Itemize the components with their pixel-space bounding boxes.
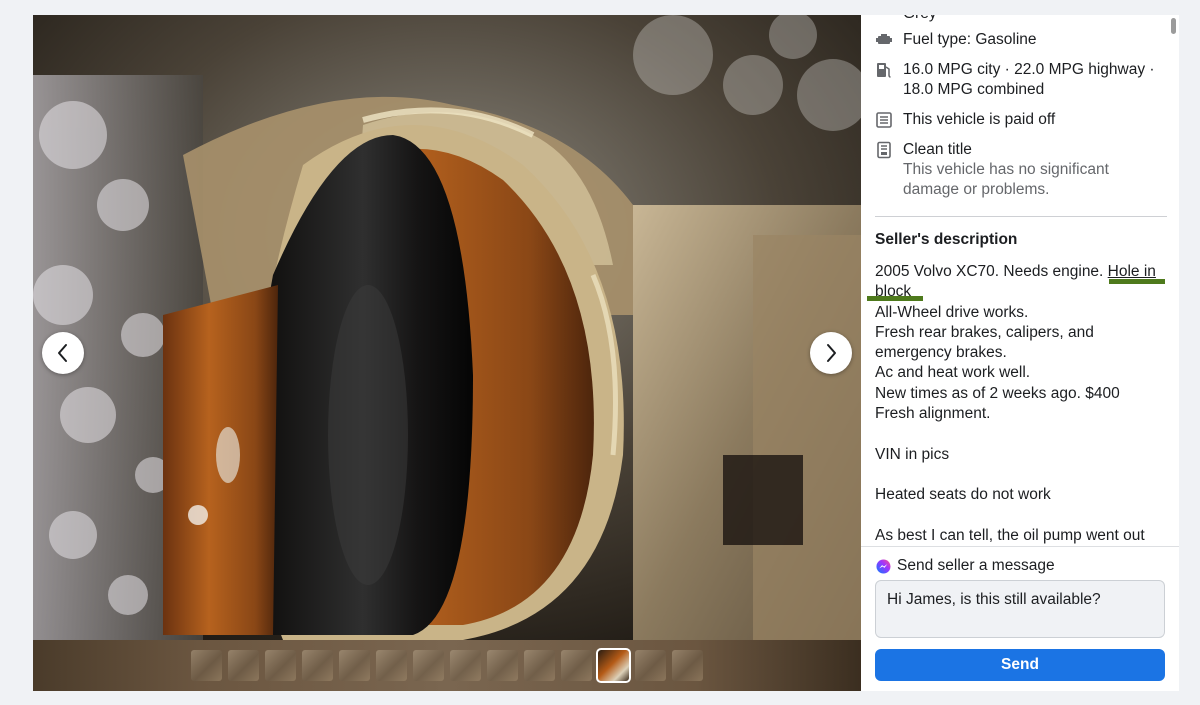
scrollbar-thumb[interactable] [1171, 18, 1176, 34]
thumbnail-strip [33, 640, 861, 691]
chevron-right-icon [827, 344, 836, 362]
next-photo-button[interactable] [810, 332, 852, 374]
message-input[interactable]: Hi James, is this still available? [875, 580, 1165, 638]
thumbnail-active[interactable] [596, 648, 631, 683]
message-seller-section: Send seller a message Hi James, is this … [861, 546, 1179, 691]
description-line [875, 424, 1167, 444]
thumbnail[interactable] [302, 650, 333, 681]
messenger-icon [876, 558, 891, 574]
exterior-color-text: Grey [903, 15, 937, 24]
document-stack-icon [876, 112, 892, 128]
title-subtext-line1: This vehicle has no significant [903, 161, 1109, 178]
mpg-text-line2: 18.0 MPG combined [903, 81, 1045, 98]
description-line: emergency brakes. [875, 344, 1007, 362]
thumbnail[interactable] [672, 650, 703, 681]
annotation-mark [867, 296, 923, 301]
title-document-icon [877, 141, 891, 159]
thumbnail[interactable] [450, 650, 481, 681]
description-line: VIN in pics [875, 445, 950, 463]
description-line: Ac and heat work well. [875, 364, 1031, 382]
description-line: Fresh alignment. [875, 405, 991, 423]
highlighted-text: Hole in [1107, 263, 1156, 280]
clean-title-text: Clean title [903, 141, 972, 158]
thumbnail[interactable] [265, 650, 296, 681]
thumbnail[interactable] [191, 650, 222, 681]
thumbnail[interactable] [413, 650, 444, 681]
thumbnail[interactable] [228, 650, 259, 681]
description-line: Heated seats do not work [875, 486, 1051, 504]
thumbnail[interactable] [524, 650, 555, 681]
thumbnail[interactable] [487, 650, 518, 681]
description-text: 2005 Volvo XC70. Needs engine. [875, 263, 1108, 280]
listing-photo-engine-damage [33, 15, 861, 640]
description-line [875, 506, 1167, 526]
engine-icon [876, 34, 892, 44]
description-line: As best I can tell, the oil pump went ou… [875, 526, 1145, 544]
thumbnail[interactable] [376, 650, 407, 681]
fuel-type-text: Fuel type: Gasoline [903, 31, 1037, 48]
mpg-text-line1: 16.0 MPG city · 22.0 MPG highway · [903, 61, 1155, 78]
section-divider [875, 216, 1167, 217]
annotation-mark [1109, 279, 1165, 284]
previous-photo-button[interactable] [42, 332, 84, 374]
description-line [875, 465, 1167, 485]
send-button[interactable]: Send [875, 649, 1165, 681]
thumbnail[interactable] [339, 650, 370, 681]
gas-pump-icon [877, 63, 891, 78]
send-message-heading: Send seller a message [897, 557, 1055, 574]
description-line: Fresh rear brakes, calipers, and [875, 323, 1094, 341]
sellers-description-heading: Seller's description [875, 231, 1018, 248]
color-icon [875, 15, 893, 23]
listing-details-panel: Grey Fuel type: Gasoline 16.0 [861, 15, 1179, 691]
title-subtext-line2: damage or problems. [903, 181, 1050, 198]
paid-off-text: This vehicle is paid off [903, 111, 1056, 128]
thumbnail[interactable] [635, 650, 666, 681]
chevron-left-icon [58, 344, 67, 362]
thumbnail[interactable] [561, 650, 592, 681]
description-line: New times as of 2 weeks ago. $400 [875, 384, 1120, 402]
description-line: All-Wheel drive works. [875, 303, 1029, 321]
photo-viewer [33, 15, 861, 691]
